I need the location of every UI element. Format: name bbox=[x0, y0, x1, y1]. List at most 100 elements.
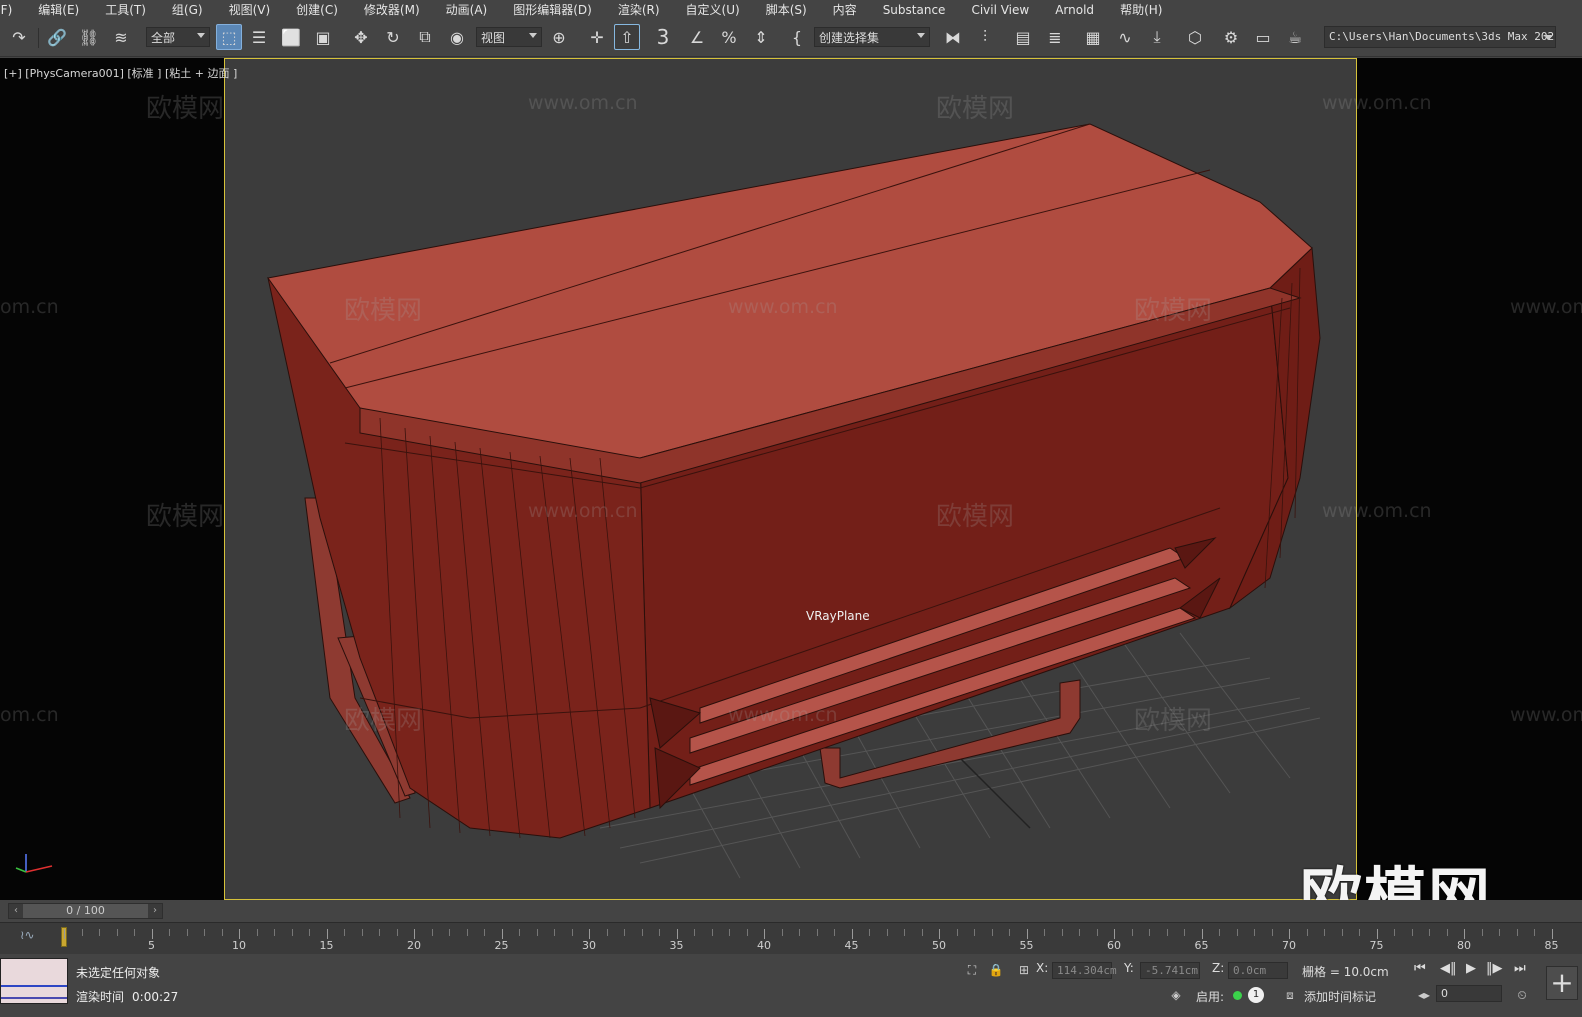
enable-indicator[interactable] bbox=[1233, 991, 1242, 1000]
mini-curve-editor-icon[interactable]: ≀∿ bbox=[20, 928, 35, 942]
menu-item[interactable]: 图形编辑器(D) bbox=[501, 1, 606, 18]
menu-item[interactable]: Arnold bbox=[1043, 3, 1108, 17]
timeline-tick bbox=[659, 929, 660, 936]
time-next-icon[interactable]: › bbox=[148, 904, 162, 918]
spinner-snap-icon[interactable]: ⇕ bbox=[748, 24, 774, 50]
viewport[interactable]: [+] [PhysCamera001] [标准 ] [粘土 + 边面 ] 欧模网… bbox=[0, 58, 1582, 900]
selection-filter-dropdown[interactable]: 全部 bbox=[146, 27, 210, 47]
time-slider[interactable]: ‹ 0 / 100 › bbox=[8, 903, 163, 919]
menu-item[interactable]: 视图(V) bbox=[217, 1, 285, 18]
timeline-ruler[interactable]: 5 10 15 20 25 30 35 40 45 50 55 60 65 70 75 80 85 bbox=[61, 923, 1564, 955]
schematic-view-icon[interactable]: ⤓ bbox=[1144, 24, 1170, 50]
timeline-tick bbox=[816, 929, 818, 936]
keyboard-shortcut-override-icon[interactable]: ⇧ bbox=[614, 24, 640, 50]
timeline-tick bbox=[221, 929, 223, 936]
current-frame-field[interactable]: 0 bbox=[1436, 985, 1502, 1002]
select-by-name-icon[interactable]: ☰ bbox=[246, 24, 272, 50]
time-prev-icon[interactable]: ‹ bbox=[9, 904, 23, 918]
menu-item[interactable]: 渲染(R) bbox=[606, 1, 674, 18]
adaptive-degradation-icon[interactable]: ◈ bbox=[1168, 987, 1184, 1003]
menu-item[interactable]: (F) bbox=[0, 3, 26, 17]
time-config-icon[interactable]: ⏲ bbox=[1514, 987, 1530, 1003]
selection-status: 未选定任何对象 bbox=[76, 966, 161, 980]
menu-item[interactable]: 工具(T) bbox=[93, 1, 160, 18]
scale-icon[interactable]: ⧉ bbox=[412, 24, 438, 50]
timeline-tick bbox=[554, 929, 555, 936]
lock-selection-icon[interactable]: 🔒 bbox=[988, 962, 1004, 978]
material-editor-icon[interactable]: ⬡ bbox=[1182, 24, 1208, 50]
menu-item[interactable]: 自定义(U) bbox=[674, 1, 754, 18]
menu-item[interactable]: Substance bbox=[871, 3, 960, 17]
layer-explorer-icon[interactable]: ≣ bbox=[1042, 24, 1068, 50]
reference-coord-dropdown[interactable]: 视图 bbox=[476, 27, 542, 47]
x-coordinate-field[interactable]: 114.304cm bbox=[1052, 962, 1117, 979]
watermark-url: www.om.cn bbox=[728, 704, 838, 726]
isolate-selection-icon[interactable]: ⛶ bbox=[964, 962, 980, 978]
previous-frame-icon[interactable]: ◀‖ bbox=[1440, 961, 1457, 976]
add-key-button[interactable]: + bbox=[1546, 966, 1578, 1000]
menu-item[interactable]: 动画(A) bbox=[434, 1, 502, 18]
timeline-tick-label: 80 bbox=[1457, 939, 1471, 952]
viewport-label[interactable]: [+] [PhysCamera001] [标准 ] [粘土 + 边面 ] bbox=[4, 65, 237, 81]
pivot-center-icon[interactable]: ⊕ bbox=[546, 24, 572, 50]
goto-end-icon[interactable]: ⏭ bbox=[1514, 961, 1526, 976]
z-coordinate-field[interactable]: 0.0cm bbox=[1228, 962, 1288, 979]
link-icon[interactable]: 🔗 bbox=[44, 24, 70, 50]
next-frame-icon[interactable]: ‖▶ bbox=[1486, 961, 1503, 976]
percent-snap-icon[interactable]: % bbox=[716, 24, 742, 50]
bind-space-warp-icon[interactable]: ≋ bbox=[108, 24, 134, 50]
curve-editor-icon[interactable]: ∿ bbox=[1112, 24, 1138, 50]
select-object-icon[interactable]: ⬚ bbox=[216, 24, 242, 50]
timeline-tick bbox=[676, 929, 678, 939]
menu-item[interactable]: 内容 bbox=[821, 1, 871, 18]
menu-item[interactable]: 修改器(M) bbox=[352, 1, 434, 18]
unlink-icon[interactable]: ⛓ bbox=[76, 24, 102, 50]
timeline-tick bbox=[589, 929, 590, 939]
timeline-tick bbox=[781, 929, 783, 936]
edit-named-selection-icon[interactable]: { bbox=[784, 24, 810, 50]
move-icon[interactable]: ✥ bbox=[348, 24, 374, 50]
y-coordinate-field[interactable]: -5.741cm bbox=[1140, 962, 1200, 979]
timeline-tick bbox=[1481, 929, 1483, 936]
project-path-field[interactable]: C:\Users\Han\Documents\3ds Max 2022 bbox=[1324, 26, 1556, 48]
timeline-tick bbox=[1551, 929, 1553, 939]
timeline-tick bbox=[116, 929, 118, 936]
time-tag-icon[interactable]: ⧈ bbox=[1282, 987, 1298, 1003]
timeline-tick bbox=[484, 929, 485, 936]
menu-item[interactable]: 组(G) bbox=[160, 1, 217, 18]
named-selection-set-dropdown[interactable]: 创建选择集 bbox=[814, 27, 930, 47]
scene-explorer-icon[interactable]: ▤ bbox=[1010, 24, 1036, 50]
time-slider-bar: ‹ 0 / 100 › bbox=[0, 900, 1582, 922]
mirror-icon[interactable]: ⧓ bbox=[940, 24, 966, 50]
menu-item[interactable]: 帮助(H) bbox=[1108, 1, 1176, 18]
snaps-toggle-icon[interactable]: 3 bbox=[650, 24, 676, 50]
snaps-toggle-label: 3 bbox=[656, 25, 670, 49]
rotate-icon[interactable]: ↻ bbox=[380, 24, 406, 50]
timeline-tick-label: 25 bbox=[494, 939, 509, 952]
render-setup-icon[interactable]: ⚙ bbox=[1218, 24, 1244, 50]
menu-item[interactable]: 编辑(E) bbox=[26, 1, 93, 18]
badge-one[interactable]: 1 bbox=[1248, 987, 1264, 1003]
play-icon[interactable]: ▶ bbox=[1466, 961, 1476, 976]
add-time-tag-button[interactable]: 添加时间标记 bbox=[1304, 988, 1376, 1005]
maxscript-listener-mini[interactable] bbox=[0, 958, 68, 1004]
ribbon-toggle-icon[interactable]: ▦ bbox=[1080, 24, 1106, 50]
menu-item[interactable]: 创建(C) bbox=[284, 1, 352, 18]
place-icon[interactable]: ◉ bbox=[444, 24, 470, 50]
frame-spinner-icon[interactable]: ◂▸ bbox=[1416, 987, 1432, 1003]
rectangular-selection-icon[interactable]: ⬜ bbox=[278, 24, 304, 50]
redo-icon[interactable]: ↷ bbox=[6, 24, 32, 50]
select-manipulate-icon[interactable]: ✛ bbox=[584, 24, 610, 50]
timeline-tick-label: 40 bbox=[757, 939, 771, 952]
track-bar[interactable]: ≀∿ 5 10 15 20 25 30 35 40 45 50 55 60 65 70 75 80 85 bbox=[0, 922, 1582, 954]
timeline-tick bbox=[99, 929, 100, 936]
menu-item[interactable]: Civil View bbox=[959, 3, 1043, 17]
rendered-frame-window-icon[interactable]: ▭ bbox=[1250, 24, 1276, 50]
align-icon[interactable]: ⫶ bbox=[972, 24, 998, 50]
absolute-mode-icon[interactable]: ⊞ bbox=[1016, 962, 1032, 978]
goto-start-icon[interactable]: ⏮ bbox=[1414, 961, 1426, 976]
angle-snap-icon[interactable]: ∠ bbox=[684, 24, 710, 50]
render-icon[interactable]: ☕ bbox=[1282, 24, 1308, 50]
window-crossing-icon[interactable]: ▣ bbox=[310, 24, 336, 50]
menu-item[interactable]: 脚本(S) bbox=[754, 1, 821, 18]
